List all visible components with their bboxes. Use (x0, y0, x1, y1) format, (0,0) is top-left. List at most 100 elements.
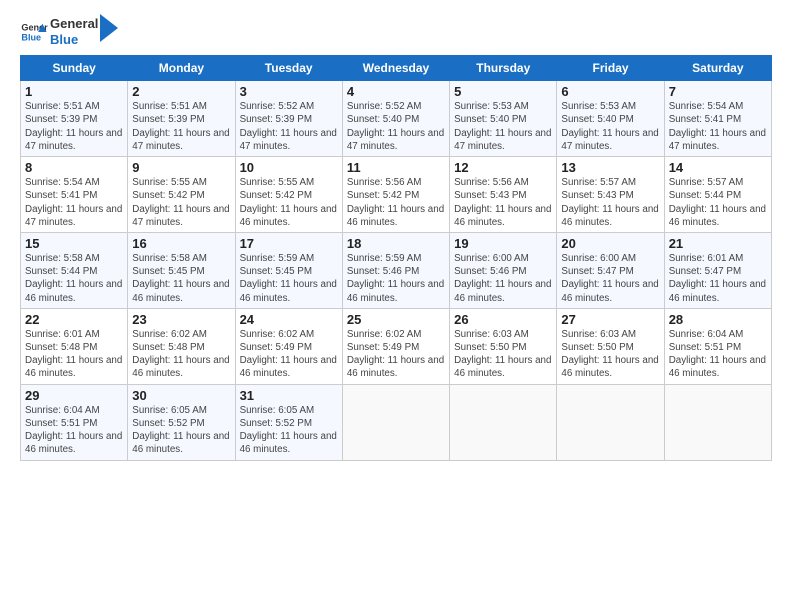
day-detail: Sunrise: 6:02 AMSunset: 5:49 PMDaylight:… (347, 328, 445, 381)
calendar-cell (342, 384, 449, 460)
weekday-header-tuesday: Tuesday (235, 56, 342, 81)
calendar-cell: 22Sunrise: 6:01 AMSunset: 5:48 PMDayligh… (21, 308, 128, 384)
day-number: 19 (454, 236, 552, 251)
day-number: 16 (132, 236, 230, 251)
calendar-cell: 11Sunrise: 5:56 AMSunset: 5:42 PMDayligh… (342, 157, 449, 233)
calendar-cell: 28Sunrise: 6:04 AMSunset: 5:51 PMDayligh… (664, 308, 771, 384)
logo-arrow-icon (100, 14, 118, 42)
calendar-cell: 10Sunrise: 5:55 AMSunset: 5:42 PMDayligh… (235, 157, 342, 233)
day-number: 5 (454, 84, 552, 99)
calendar-cell: 6Sunrise: 5:53 AMSunset: 5:40 PMDaylight… (557, 81, 664, 157)
day-detail: Sunrise: 6:03 AMSunset: 5:50 PMDaylight:… (454, 328, 552, 381)
day-detail: Sunrise: 5:59 AMSunset: 5:45 PMDaylight:… (240, 252, 338, 305)
day-number: 18 (347, 236, 445, 251)
day-number: 9 (132, 160, 230, 175)
calendar-cell: 12Sunrise: 5:56 AMSunset: 5:43 PMDayligh… (450, 157, 557, 233)
day-number: 17 (240, 236, 338, 251)
logo-line1: General (50, 16, 98, 32)
day-number: 8 (25, 160, 123, 175)
day-detail: Sunrise: 5:54 AMSunset: 5:41 PMDaylight:… (25, 176, 123, 229)
day-number: 24 (240, 312, 338, 327)
day-number: 23 (132, 312, 230, 327)
calendar-cell: 17Sunrise: 5:59 AMSunset: 5:45 PMDayligh… (235, 232, 342, 308)
calendar-cell: 14Sunrise: 5:57 AMSunset: 5:44 PMDayligh… (664, 157, 771, 233)
weekday-header-thursday: Thursday (450, 56, 557, 81)
calendar-cell: 25Sunrise: 6:02 AMSunset: 5:49 PMDayligh… (342, 308, 449, 384)
day-detail: Sunrise: 5:55 AMSunset: 5:42 PMDaylight:… (132, 176, 230, 229)
day-number: 20 (561, 236, 659, 251)
day-detail: Sunrise: 5:58 AMSunset: 5:44 PMDaylight:… (25, 252, 123, 305)
day-detail: Sunrise: 6:00 AMSunset: 5:46 PMDaylight:… (454, 252, 552, 305)
day-number: 30 (132, 388, 230, 403)
day-number: 29 (25, 388, 123, 403)
day-detail: Sunrise: 6:01 AMSunset: 5:48 PMDaylight:… (25, 328, 123, 381)
weekday-header-sunday: Sunday (21, 56, 128, 81)
calendar-cell: 29Sunrise: 6:04 AMSunset: 5:51 PMDayligh… (21, 384, 128, 460)
calendar-cell: 5Sunrise: 5:53 AMSunset: 5:40 PMDaylight… (450, 81, 557, 157)
day-detail: Sunrise: 6:05 AMSunset: 5:52 PMDaylight:… (132, 404, 230, 457)
day-number: 6 (561, 84, 659, 99)
calendar-cell (664, 384, 771, 460)
day-number: 13 (561, 160, 659, 175)
calendar-cell: 15Sunrise: 5:58 AMSunset: 5:44 PMDayligh… (21, 232, 128, 308)
day-number: 10 (240, 160, 338, 175)
day-detail: Sunrise: 5:57 AMSunset: 5:43 PMDaylight:… (561, 176, 659, 229)
day-number: 15 (25, 236, 123, 251)
day-detail: Sunrise: 5:53 AMSunset: 5:40 PMDaylight:… (561, 100, 659, 153)
weekday-header-monday: Monday (128, 56, 235, 81)
day-number: 7 (669, 84, 767, 99)
day-detail: Sunrise: 6:00 AMSunset: 5:47 PMDaylight:… (561, 252, 659, 305)
day-detail: Sunrise: 5:51 AMSunset: 5:39 PMDaylight:… (132, 100, 230, 153)
calendar-cell: 9Sunrise: 5:55 AMSunset: 5:42 PMDaylight… (128, 157, 235, 233)
day-detail: Sunrise: 6:02 AMSunset: 5:49 PMDaylight:… (240, 328, 338, 381)
calendar-cell: 18Sunrise: 5:59 AMSunset: 5:46 PMDayligh… (342, 232, 449, 308)
calendar-cell (450, 384, 557, 460)
calendar-cell: 19Sunrise: 6:00 AMSunset: 5:46 PMDayligh… (450, 232, 557, 308)
day-detail: Sunrise: 5:59 AMSunset: 5:46 PMDaylight:… (347, 252, 445, 305)
day-detail: Sunrise: 6:04 AMSunset: 5:51 PMDaylight:… (25, 404, 123, 457)
calendar-cell: 30Sunrise: 6:05 AMSunset: 5:52 PMDayligh… (128, 384, 235, 460)
calendar-table: SundayMondayTuesdayWednesdayThursdayFrid… (20, 55, 772, 460)
day-detail: Sunrise: 6:04 AMSunset: 5:51 PMDaylight:… (669, 328, 767, 381)
calendar-cell: 2Sunrise: 5:51 AMSunset: 5:39 PMDaylight… (128, 81, 235, 157)
day-detail: Sunrise: 5:52 AMSunset: 5:39 PMDaylight:… (240, 100, 338, 153)
day-number: 1 (25, 84, 123, 99)
day-detail: Sunrise: 6:02 AMSunset: 5:48 PMDaylight:… (132, 328, 230, 381)
calendar-cell (557, 384, 664, 460)
calendar-cell: 13Sunrise: 5:57 AMSunset: 5:43 PMDayligh… (557, 157, 664, 233)
day-number: 2 (132, 84, 230, 99)
weekday-header-friday: Friday (557, 56, 664, 81)
calendar-cell: 1Sunrise: 5:51 AMSunset: 5:39 PMDaylight… (21, 81, 128, 157)
day-number: 31 (240, 388, 338, 403)
calendar-cell: 27Sunrise: 6:03 AMSunset: 5:50 PMDayligh… (557, 308, 664, 384)
day-number: 21 (669, 236, 767, 251)
calendar-cell: 20Sunrise: 6:00 AMSunset: 5:47 PMDayligh… (557, 232, 664, 308)
day-detail: Sunrise: 6:03 AMSunset: 5:50 PMDaylight:… (561, 328, 659, 381)
day-detail: Sunrise: 5:52 AMSunset: 5:40 PMDaylight:… (347, 100, 445, 153)
logo-icon: General Blue (20, 18, 48, 46)
day-number: 28 (669, 312, 767, 327)
day-number: 22 (25, 312, 123, 327)
day-detail: Sunrise: 5:51 AMSunset: 5:39 PMDaylight:… (25, 100, 123, 153)
day-number: 25 (347, 312, 445, 327)
day-detail: Sunrise: 5:56 AMSunset: 5:43 PMDaylight:… (454, 176, 552, 229)
calendar-cell: 24Sunrise: 6:02 AMSunset: 5:49 PMDayligh… (235, 308, 342, 384)
calendar-cell: 21Sunrise: 6:01 AMSunset: 5:47 PMDayligh… (664, 232, 771, 308)
weekday-header-saturday: Saturday (664, 56, 771, 81)
calendar-cell: 16Sunrise: 5:58 AMSunset: 5:45 PMDayligh… (128, 232, 235, 308)
calendar-cell: 7Sunrise: 5:54 AMSunset: 5:41 PMDaylight… (664, 81, 771, 157)
day-detail: Sunrise: 5:57 AMSunset: 5:44 PMDaylight:… (669, 176, 767, 229)
calendar-cell: 8Sunrise: 5:54 AMSunset: 5:41 PMDaylight… (21, 157, 128, 233)
day-detail: Sunrise: 6:05 AMSunset: 5:52 PMDaylight:… (240, 404, 338, 457)
day-detail: Sunrise: 5:53 AMSunset: 5:40 PMDaylight:… (454, 100, 552, 153)
weekday-header-wednesday: Wednesday (342, 56, 449, 81)
svg-text:Blue: Blue (21, 32, 41, 42)
day-number: 4 (347, 84, 445, 99)
logo: General Blue General Blue (20, 16, 118, 47)
calendar-cell: 26Sunrise: 6:03 AMSunset: 5:50 PMDayligh… (450, 308, 557, 384)
day-number: 14 (669, 160, 767, 175)
calendar-cell: 3Sunrise: 5:52 AMSunset: 5:39 PMDaylight… (235, 81, 342, 157)
day-detail: Sunrise: 5:55 AMSunset: 5:42 PMDaylight:… (240, 176, 338, 229)
day-detail: Sunrise: 5:54 AMSunset: 5:41 PMDaylight:… (669, 100, 767, 153)
day-detail: Sunrise: 5:56 AMSunset: 5:42 PMDaylight:… (347, 176, 445, 229)
